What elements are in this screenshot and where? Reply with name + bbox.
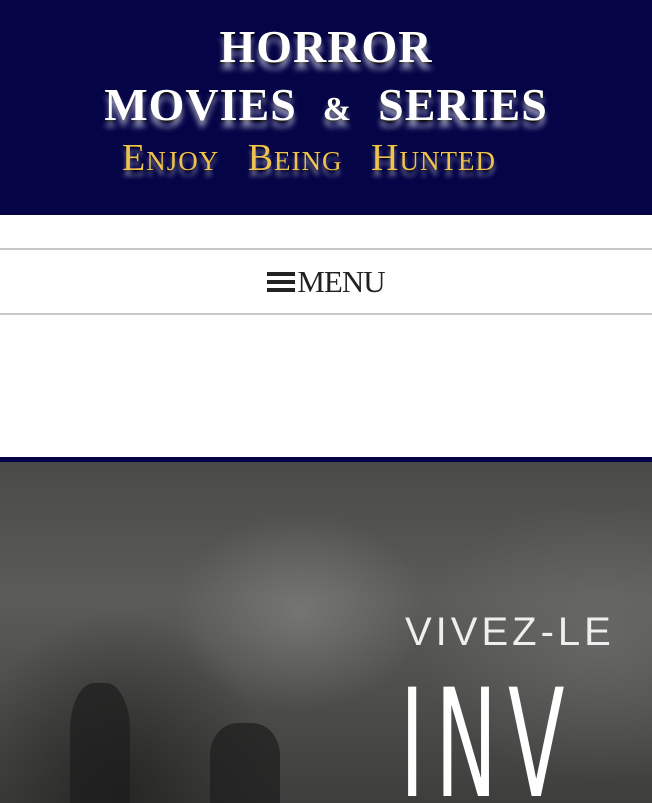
poster-figure-shadow [210, 723, 280, 803]
site-header: HORROR MOVIES & SERIES Enjoy Being Hunted [0, 0, 652, 215]
poster-figure-shadow [70, 683, 130, 803]
title-word-movies: MOVIES [104, 79, 297, 130]
site-title-line2[interactable]: MOVIES & SERIES [0, 78, 652, 131]
menu-label: MENU [297, 263, 385, 299]
menu-toggle-button[interactable]: MENU [267, 263, 386, 300]
nav-bar: MENU [0, 248, 652, 315]
poster-subtitle: VIVEZ-LE [405, 610, 615, 654]
site-title-line1[interactable]: HORROR [0, 20, 652, 73]
featured-poster-image[interactable]: VIVEZ-LE INV [0, 457, 652, 803]
title-word-series: SERIES [378, 79, 548, 130]
hamburger-icon[interactable] [267, 271, 296, 293]
title-ampersand: & [322, 91, 353, 128]
site-tagline: Enjoy Being Hunted [122, 137, 496, 179]
poster-title: INV [400, 658, 576, 803]
